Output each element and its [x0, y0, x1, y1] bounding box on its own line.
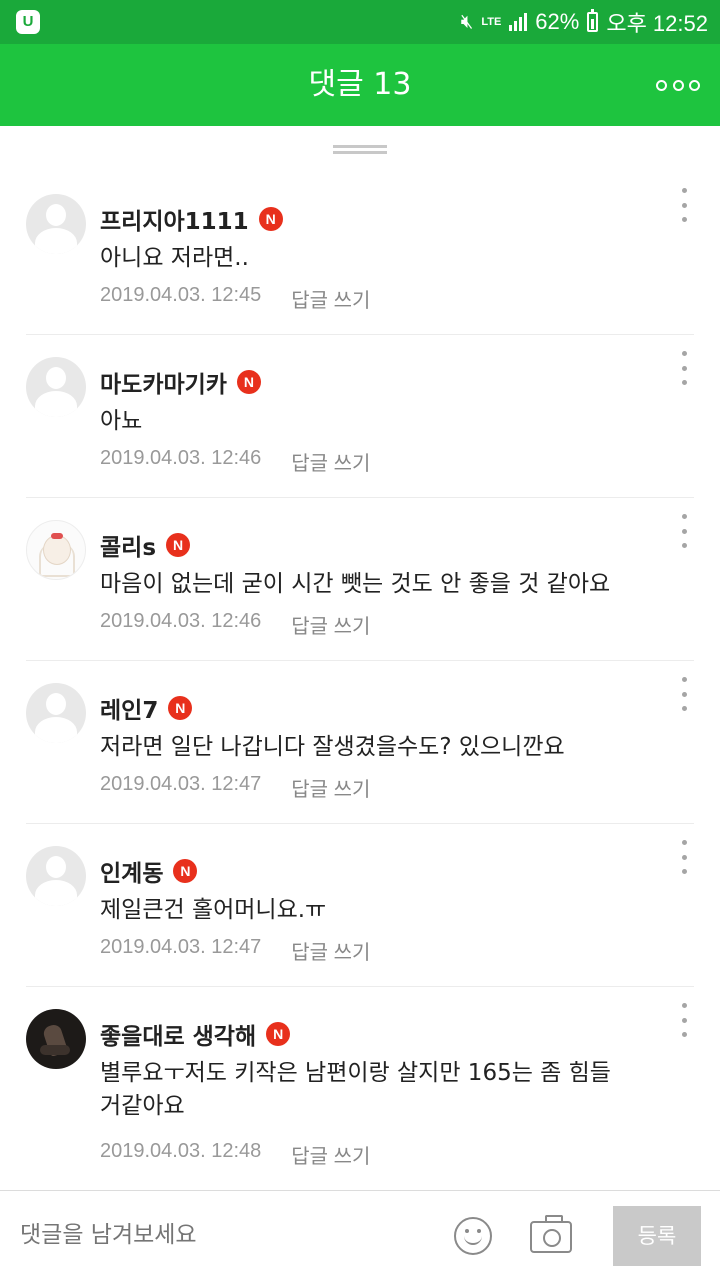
network-type: LTE — [481, 15, 502, 28]
comment-text: 아뇨 — [100, 408, 143, 434]
comment-item: 프리지아1111 N 아니요 저라면.. 2019.04.03. 12:45 답… — [26, 172, 694, 335]
profile-illustration[interactable] — [26, 520, 86, 580]
comment-list: 프리지아1111 N 아니요 저라면.. 2019.04.03. 12:45 답… — [0, 172, 720, 1189]
profile-photo[interactable] — [26, 1009, 86, 1069]
new-badge: N — [236, 370, 261, 394]
app-header: 댓글 13 — [0, 44, 720, 126]
reply-button[interactable]: 답글 쓰기 — [291, 773, 370, 802]
comment-author[interactable]: 프리지아1111 — [100, 202, 249, 236]
status-bar: U 🔇︎ LTE 62% 오후 12:52 — [0, 0, 720, 44]
more-vertical-icon[interactable] — [674, 677, 694, 711]
reply-button[interactable]: 답글 쓰기 — [291, 284, 370, 313]
comment-date: 2019.04.03. 12:46 — [100, 447, 262, 469]
reply-button[interactable]: 답글 쓰기 — [291, 610, 370, 639]
comment-author[interactable]: 콜리s — [100, 528, 156, 562]
reply-button[interactable]: 답글 쓰기 — [291, 1140, 370, 1169]
more-horizontal-icon[interactable] — [656, 72, 700, 98]
new-badge: N — [266, 1022, 291, 1046]
new-badge: N — [173, 859, 198, 883]
comment-text: 제일큰건 홀어머니요.ㅠ — [100, 897, 327, 923]
comment-text: 저라면 일단 나갑니다 잘생겼을수도? 있으니깐요 — [100, 734, 565, 760]
comment-item: 좋을대로 생각해 N 별루요ㅜ저도 키작은 남편이랑 살지만 165는 좀 힘들… — [26, 987, 694, 1189]
comment-date: 2019.04.03. 12:48 — [100, 1140, 262, 1162]
comment-date: 2019.04.03. 12:47 — [100, 936, 262, 958]
comment-text: 별루요ㅜ저도 키작은 남편이랑 살지만 165는 좀 힘들거같아요 — [100, 1060, 611, 1119]
comment-item: 콜리s N 마음이 없는데 굳이 시간 뺏는 것도 안 좋을 것 같아요 201… — [26, 498, 694, 661]
page-title: 댓글 13 — [308, 67, 412, 102]
mute-icon: 🔇︎ — [460, 10, 474, 33]
more-vertical-icon[interactable] — [674, 351, 694, 385]
default-avatar-icon[interactable] — [26, 846, 86, 906]
smile-icon[interactable] — [454, 1217, 492, 1255]
more-vertical-icon[interactable] — [674, 188, 694, 222]
default-avatar-icon[interactable] — [26, 194, 86, 254]
default-avatar-icon[interactable] — [26, 683, 86, 743]
new-badge: N — [166, 533, 191, 557]
camera-icon[interactable] — [530, 1215, 572, 1253]
comment-author[interactable]: 인계동 — [100, 854, 163, 888]
clock: 오후 12:52 — [606, 11, 708, 36]
battery-percent: 62% — [535, 9, 580, 34]
submit-button[interactable]: 등록 — [613, 1206, 701, 1266]
new-badge: N — [168, 696, 193, 720]
drag-handle[interactable] — [333, 145, 387, 154]
comment-item: 레인7 N 저라면 일단 나갑니다 잘생겼을수도? 있으니깐요 2019.04.… — [26, 661, 694, 824]
app-badge-icon: U — [16, 10, 40, 34]
comment-author[interactable]: 레인7 — [100, 691, 158, 725]
reply-button[interactable]: 답글 쓰기 — [291, 447, 370, 476]
comment-author[interactable]: 마도카마기카 — [100, 365, 227, 399]
more-vertical-icon[interactable] — [674, 840, 694, 874]
comment-text: 아니요 저라면.. — [100, 245, 249, 271]
more-vertical-icon[interactable] — [674, 1003, 694, 1037]
reply-button[interactable]: 답글 쓰기 — [291, 936, 370, 965]
comment-text: 마음이 없는데 굳이 시간 뺏는 것도 안 좋을 것 같아요 — [100, 571, 611, 597]
comment-date: 2019.04.03. 12:46 — [100, 610, 262, 632]
comment-date: 2019.04.03. 12:47 — [100, 773, 262, 795]
signal-icon — [509, 13, 528, 31]
status-icons: 🔇︎ LTE 62% 오후 12:52 — [461, 0, 708, 44]
comment-date: 2019.04.03. 12:45 — [100, 284, 262, 306]
comment-item: 인계동 N 제일큰건 홀어머니요.ㅠ 2019.04.03. 12:47 답글 … — [26, 824, 694, 987]
more-vertical-icon[interactable] — [674, 514, 694, 548]
new-badge: N — [258, 207, 283, 231]
comment-input[interactable] — [20, 1215, 430, 1255]
battery-icon — [587, 9, 599, 32]
comment-item: 마도카마기카 N 아뇨 2019.04.03. 12:46 답글 쓰기 — [26, 335, 694, 498]
comment-input-bar: 등록 — [0, 1190, 720, 1279]
default-avatar-icon[interactable] — [26, 357, 86, 417]
comment-author[interactable]: 좋을대로 생각해 — [100, 1017, 256, 1051]
